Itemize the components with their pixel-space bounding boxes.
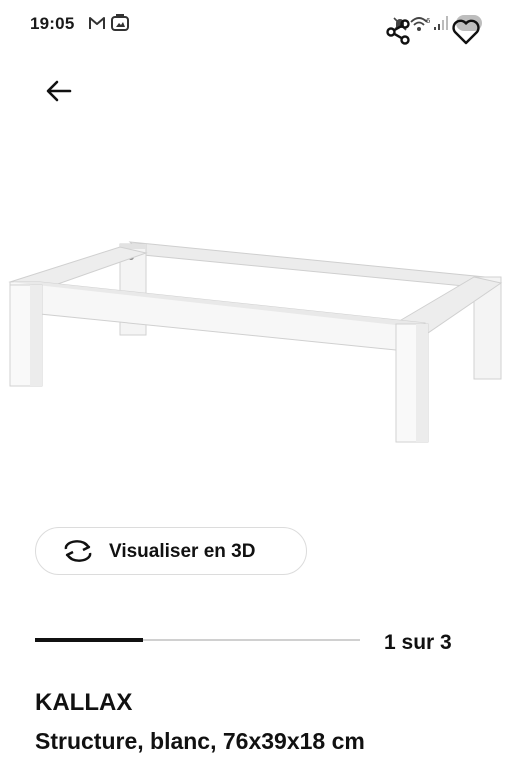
product-name: KALLAX — [35, 689, 133, 716]
svg-text:6: 6 — [426, 17, 431, 25]
favorite-button[interactable] — [446, 12, 486, 52]
rotate-3d-icon — [62, 540, 94, 562]
product-description: Structure, blanc, 76x39x18 cm — [35, 728, 365, 754]
share-icon — [386, 19, 410, 45]
status-bar: 19:05 6 — [0, 0, 513, 48]
share-button[interactable] — [378, 12, 418, 52]
gallery-icon — [110, 14, 130, 37]
heart-icon — [452, 19, 480, 45]
product-page: 19:05 6 Visualiser en 3D 1 sur 3 KALLAX … — [0, 0, 513, 768]
product-image[interactable] — [0, 225, 513, 455]
view-3d-label: Visualiser en 3D — [109, 541, 256, 562]
image-pager-counter: 1 sur 3 — [384, 631, 452, 654]
gmail-icon — [88, 15, 106, 36]
view-3d-button[interactable]: Visualiser en 3D — [35, 527, 307, 575]
image-pager-track[interactable] — [35, 638, 360, 642]
arrow-left-icon — [46, 80, 72, 102]
image-pager-indicator — [35, 638, 144, 642]
back-button[interactable] — [38, 70, 80, 112]
status-time: 19:05 — [30, 14, 75, 33]
